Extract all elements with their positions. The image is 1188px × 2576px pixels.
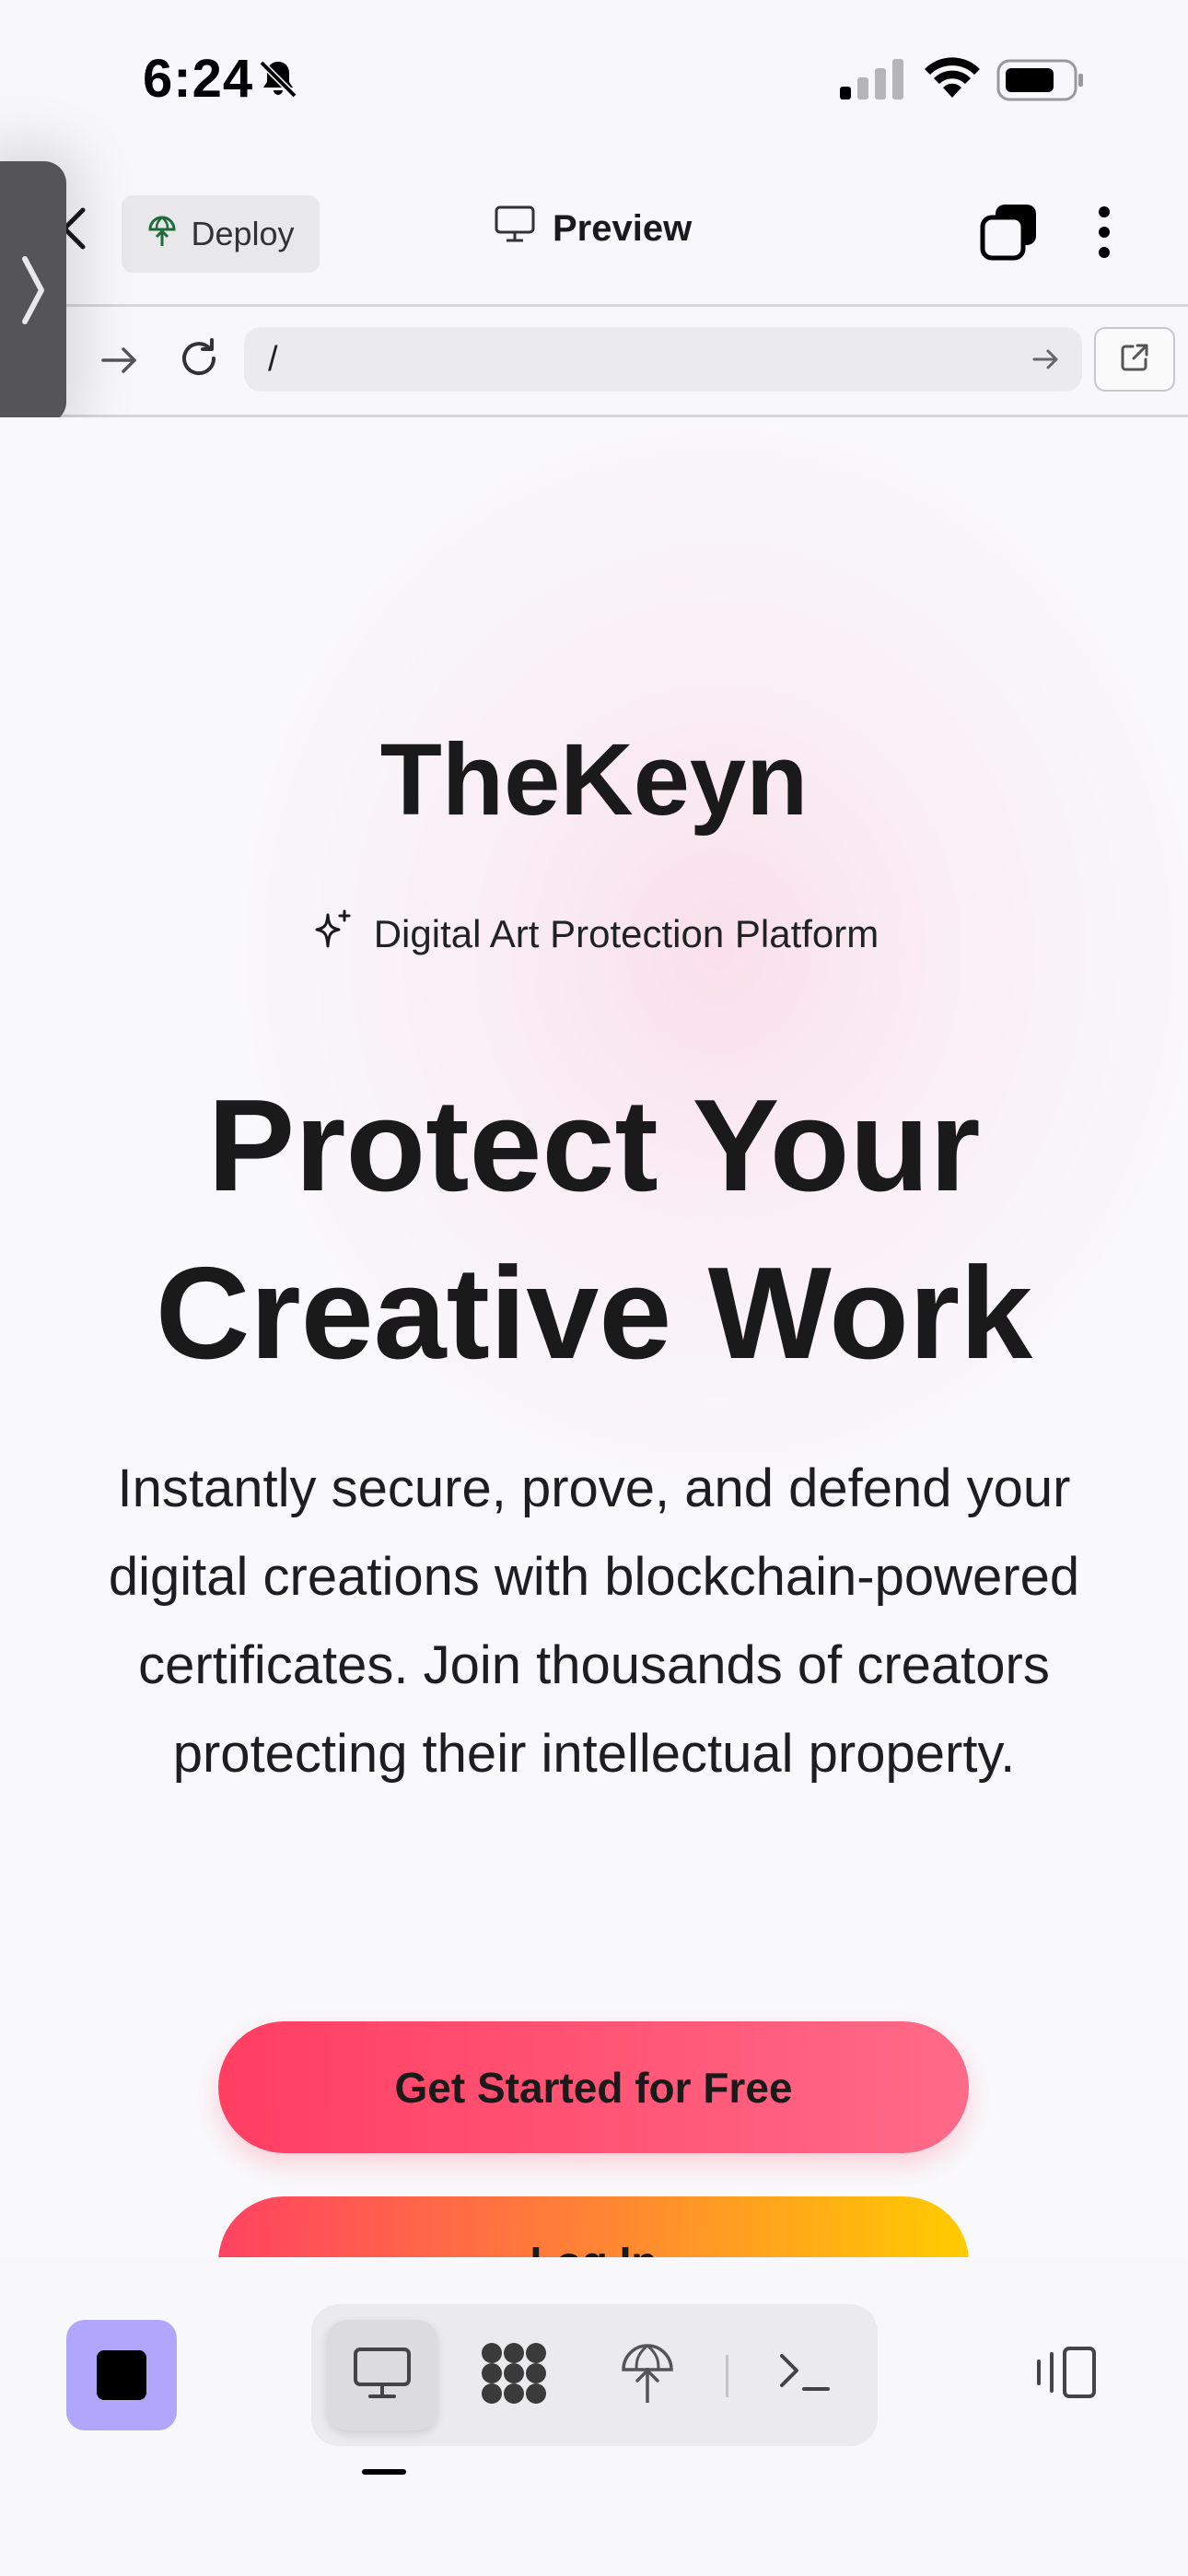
tagline-text: Digital Art Protection Platform (373, 912, 879, 955)
monitor-icon (352, 2346, 413, 2406)
preview-view-tab[interactable] (327, 2320, 437, 2430)
tabs-icon[interactable] (979, 203, 1038, 266)
go-arrow-icon[interactable] (1031, 345, 1061, 378)
preview-content: TheKeyn Digital Art Protection Platform … (0, 417, 1188, 2257)
active-tab-indicator (362, 2469, 406, 2475)
headline-line-1: Protect Your (207, 1072, 981, 1219)
url-input[interactable] (244, 327, 1082, 392)
grid-blob-icon (479, 2340, 549, 2411)
hero-subtitle: Instantly secure, prove, and defend your… (108, 1458, 1080, 1784)
globe-upload-icon (146, 213, 178, 256)
reload-icon[interactable] (175, 334, 223, 387)
url-bar (0, 307, 1188, 417)
chevron-right-icon (19, 253, 47, 332)
external-link-icon (1118, 341, 1151, 379)
stop-icon (97, 2350, 146, 2400)
segment-divider (726, 2355, 728, 2397)
deploy-button[interactable]: Deploy (122, 195, 320, 273)
get-started-button[interactable]: Get Started for Free (218, 2021, 969, 2153)
deploy-view-tab[interactable] (592, 2320, 703, 2430)
open-external-button[interactable] (1094, 327, 1175, 392)
brand-title: TheKeyn (379, 723, 809, 837)
log-in-button[interactable]: Log In (218, 2196, 969, 2257)
files-view-tab[interactable] (459, 2320, 569, 2430)
sparkle-icon (309, 907, 354, 961)
battery-icon (996, 59, 1085, 106)
panel-switch-icon[interactable] (1031, 2345, 1098, 2405)
view-switcher (311, 2304, 878, 2446)
console-view-tab[interactable] (749, 2320, 859, 2430)
wifi-icon (923, 55, 982, 104)
arrow-right-icon[interactable] (99, 340, 140, 385)
status-bar: 6:24 (0, 0, 1188, 157)
top-bar: Deploy Preview (0, 157, 1188, 307)
preview-title: Preview (494, 205, 692, 252)
bell-slash-icon (256, 57, 300, 106)
deploy-label: Deploy (191, 215, 295, 252)
cell-signal-icon (840, 59, 906, 104)
stop-button[interactable] (66, 2320, 177, 2430)
status-time: 6:24 (143, 49, 254, 109)
bottom-toolbar (0, 2257, 1188, 2576)
terminal-icon (776, 2350, 832, 2401)
hero-headline: Protect Your Creative Work (37, 1062, 1151, 1398)
monitor-icon (494, 205, 536, 252)
globe-upload-icon (620, 2340, 675, 2411)
side-drawer-handle[interactable] (0, 161, 66, 424)
more-vertical-icon[interactable] (1092, 205, 1116, 264)
tagline: Digital Art Protection Platform (0, 907, 1188, 961)
preview-label: Preview (553, 207, 693, 249)
headline-line-2: Creative Work (155, 1240, 1033, 1387)
